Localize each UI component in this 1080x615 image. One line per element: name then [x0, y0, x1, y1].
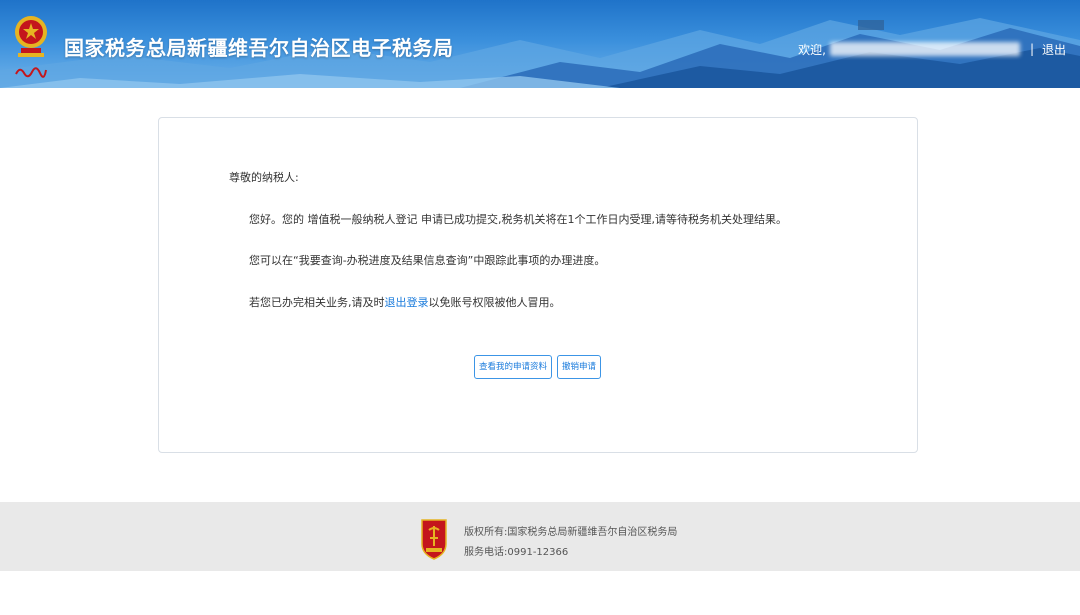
header-separator: | [1029, 42, 1034, 56]
welcome-label: 欢迎, [798, 42, 826, 57]
footer-service-phone: 服务电话:0991-12366 [464, 547, 569, 558]
logout-reminder-suffix: 以免账号权限被他人冒用。 [428, 296, 561, 309]
user-area: 欢迎, | 退出 [798, 40, 1066, 58]
tax-shield-logo-icon [421, 519, 447, 560]
confirmation-card: 尊敬的纳税人: 您好。您的 增值税一般纳税人登记 申请已成功提交,税务机关将在1… [158, 117, 918, 453]
logout-login-link[interactable]: 退出登录 [385, 296, 429, 309]
logout-reminder-text: 若您已办完相关业务,请及时退出登录以免账号权限被他人冒用。 [249, 294, 561, 310]
china-tax-calligraphy-logo [15, 67, 47, 78]
site-title: 国家税务总局新疆维吾尔自治区电子税务局 [64, 36, 454, 60]
national-emblem-icon [15, 16, 47, 57]
greeting-text: 尊敬的纳税人: [229, 171, 299, 184]
cancel-application-button[interactable]: 撤销申请 [557, 355, 602, 379]
site-footer: 版权所有:国家税务总局新疆维吾尔自治区税务局 服务电话:0991-12366 [0, 502, 1080, 571]
site-header: 国家税务总局新疆维吾尔自治区电子税务局 欢迎, | 退出 [0, 0, 1080, 88]
header-logout-link[interactable]: 退出 [1042, 41, 1066, 58]
progress-query-hint-text: 您可以在“我要查询-办税进度及结果信息查询”中跟踪此事项的办理进度。 [249, 254, 606, 267]
view-application-button[interactable]: 查看我的申请资料 [474, 355, 553, 379]
footer-copyright: 版权所有:国家税务总局新疆维吾尔自治区税务局 [464, 527, 678, 538]
username-redacted [829, 42, 1020, 56]
submission-status-text: 您好。您的 增值税一般纳税人登记 申请已成功提交,税务机关将在1个工作日内受理,… [249, 213, 787, 226]
logout-reminder-prefix: 若您已办完相关业务,请及时 [249, 296, 385, 309]
